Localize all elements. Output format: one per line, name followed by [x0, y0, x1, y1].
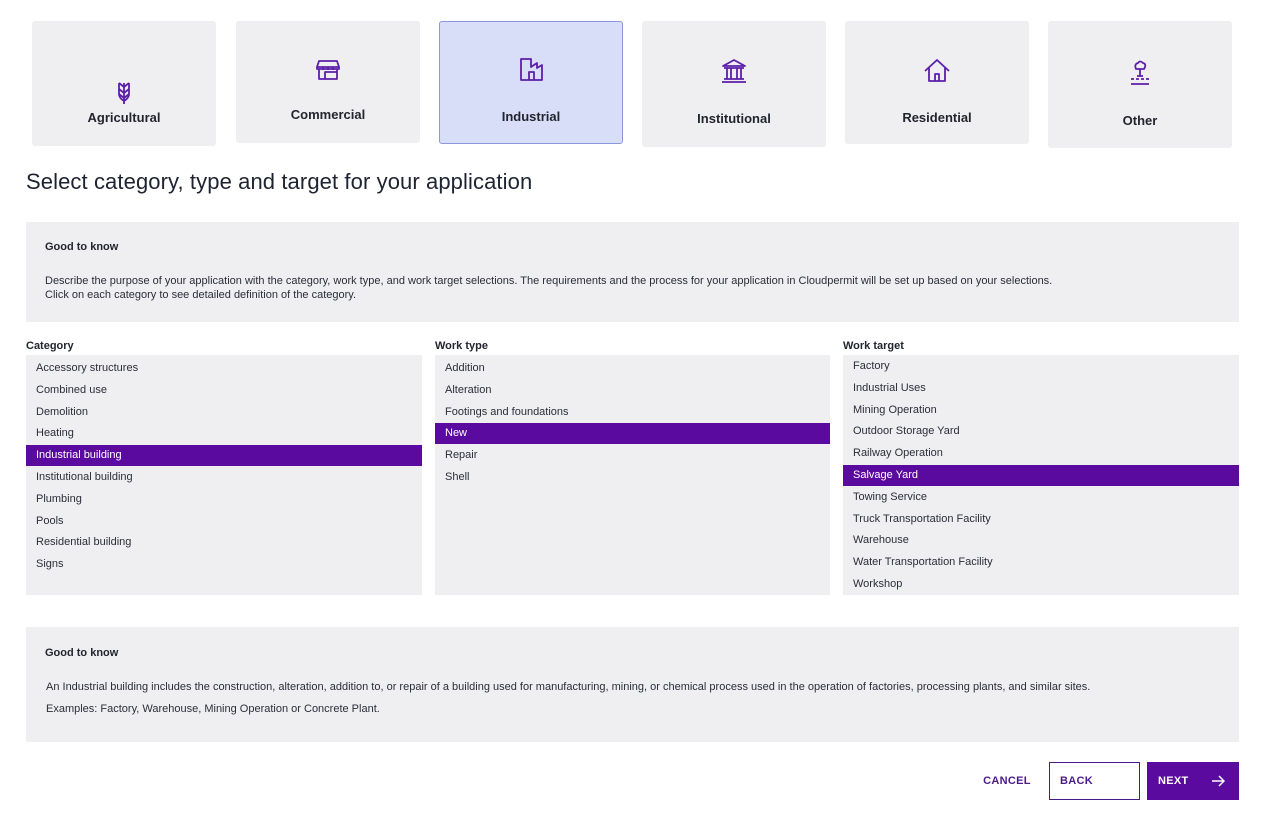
list-item[interactable]: Accessory structures: [26, 358, 422, 379]
info-text: Describe the purpose of your application…: [45, 275, 1053, 287]
card-commercial[interactable]: Commercial: [236, 21, 420, 143]
category-cards: Agricultural Commercial Industrial Insti…: [0, 0, 1265, 150]
list-item[interactable]: Water Transportation Facility: [843, 552, 1239, 573]
info-box-category: Good to know An Industrial building incl…: [26, 627, 1239, 742]
info-title: Good to know: [45, 647, 119, 659]
work-type-label: Work type: [435, 340, 488, 352]
work-target-list: Factory Industrial Uses Mining Operation Ou…: [843, 355, 1239, 595]
list-item[interactable]: Plumbing: [26, 489, 422, 510]
house-icon: [922, 56, 952, 86]
card-label: Commercial: [290, 107, 366, 122]
card-institutional[interactable]: Institutional: [642, 21, 826, 147]
next-label: NEXT: [1158, 775, 1189, 787]
list-item[interactable]: Repair: [435, 445, 830, 466]
back-button[interactable]: BACK: [1049, 762, 1140, 800]
cancel-button[interactable]: CANCEL: [976, 762, 1038, 800]
list-item[interactable]: Alteration: [435, 380, 830, 401]
list-item[interactable]: Salvage Yard: [843, 465, 1239, 486]
info-text: Examples: Factory, Warehouse, Mining Ope…: [46, 703, 380, 715]
list-item[interactable]: Industrial Uses: [843, 378, 1239, 399]
list-item[interactable]: Warehouse: [843, 530, 1239, 551]
list-item[interactable]: Mining Operation: [843, 400, 1239, 421]
work-target-label: Work target: [843, 340, 904, 352]
storefront-icon: [313, 54, 343, 84]
category-label: Category: [26, 340, 74, 352]
wheat-icon: [109, 77, 139, 107]
card-agricultural[interactable]: Agricultural: [32, 21, 216, 146]
list-item[interactable]: New: [435, 423, 830, 445]
card-label: Agricultural: [87, 110, 161, 125]
page-title: Select category, type and target for you…: [26, 169, 533, 194]
list-item[interactable]: Workshop: [843, 574, 1239, 595]
factory-icon: [516, 54, 546, 84]
work-type-list: Addition Alteration Footings and foundatio…: [435, 355, 830, 595]
arrow-right-icon: [1212, 775, 1225, 787]
list-item[interactable]: Towing Service: [843, 487, 1239, 508]
list-item[interactable]: Pools: [26, 511, 422, 532]
tree-ground-icon: [1125, 59, 1155, 89]
list-item[interactable]: Railway Operation: [843, 443, 1239, 464]
list-item[interactable]: Outdoor Storage Yard: [843, 421, 1239, 442]
category-list: Accessory structures Combined use Demoliti…: [26, 355, 422, 595]
list-item[interactable]: Residential building: [26, 532, 422, 553]
card-label: Institutional: [697, 111, 771, 126]
columns-building-icon: [719, 56, 749, 86]
list-item[interactable]: Institutional building: [26, 467, 422, 488]
list-item[interactable]: Factory: [843, 356, 1239, 377]
card-other[interactable]: Other: [1048, 21, 1232, 148]
card-label: Residential: [902, 110, 972, 125]
list-item[interactable]: Heating: [26, 423, 422, 444]
list-item[interactable]: Combined use: [26, 380, 422, 401]
list-item[interactable]: Truck Transportation Facility: [843, 509, 1239, 530]
next-button[interactable]: NEXT: [1147, 762, 1239, 800]
list-item[interactable]: Shell: [435, 467, 830, 488]
info-text: An Industrial building includes the cons…: [46, 681, 1091, 693]
list-item[interactable]: Demolition: [26, 402, 422, 423]
list-item[interactable]: Industrial building: [26, 445, 422, 467]
info-box-general: Good to know Describe the purpose of you…: [26, 222, 1239, 322]
info-text: Click on each category to see detailed d…: [45, 289, 357, 301]
info-title: Good to know: [45, 241, 119, 253]
card-label: Industrial: [501, 109, 561, 124]
card-industrial[interactable]: Industrial: [439, 21, 623, 144]
card-residential[interactable]: Residential: [845, 21, 1029, 144]
card-label: Other: [1122, 113, 1158, 128]
list-item[interactable]: Signs: [26, 554, 422, 575]
list-item[interactable]: Addition: [435, 358, 830, 379]
list-item[interactable]: Footings and foundations: [435, 402, 830, 423]
